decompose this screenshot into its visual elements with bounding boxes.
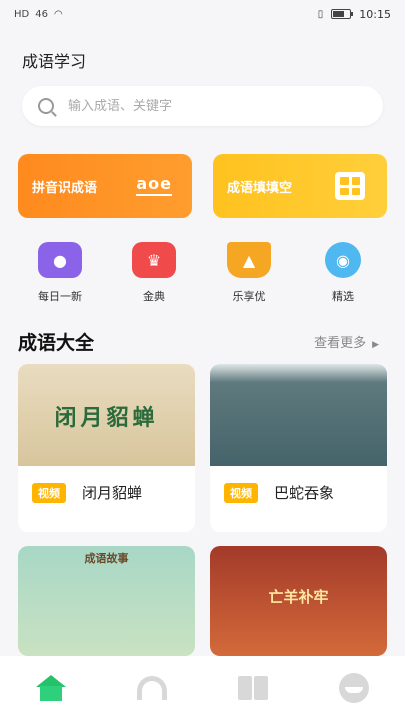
video-card[interactable]: 成语故事 xyxy=(18,546,195,656)
tab-profile[interactable] xyxy=(334,672,374,704)
daily-icon: ● xyxy=(38,242,82,278)
status-bar: HD 46 ◠ ▯ 10:15 xyxy=(0,0,405,28)
video-thumbnail: 闭月貂蝉 xyxy=(18,364,195,466)
search-bar[interactable] xyxy=(22,86,383,126)
hd-icon: HD xyxy=(14,8,30,20)
view-more-link[interactable]: 查看更多 ▶ xyxy=(314,332,379,351)
video-title: 闭月貂蝉 xyxy=(82,484,143,502)
video-title: 巴蛇吞象 xyxy=(274,484,335,502)
fill-idiom-label: 成语填填空 xyxy=(227,180,293,196)
video-card[interactable]: 视频 巴蛇吞象 xyxy=(210,364,387,532)
category-classic[interactable]: ♛ 金典 xyxy=(124,240,184,304)
home-icon xyxy=(35,675,66,701)
view-more-label: 查看更多 xyxy=(314,336,367,351)
signal-icon: 46 xyxy=(35,8,48,20)
chevron-right-icon: ▶ xyxy=(372,340,379,350)
page-title: 成语学习 xyxy=(22,52,87,71)
video-badge: 视频 xyxy=(224,482,258,503)
video-thumbnail: 成语故事 xyxy=(18,546,195,656)
aoe-badge: aoe xyxy=(136,174,172,196)
category-label: 精选 xyxy=(332,290,354,303)
headphone-icon xyxy=(136,676,167,700)
video-thumbnail xyxy=(210,364,387,466)
category-label: 每日一新 xyxy=(38,290,82,303)
tab-listen[interactable] xyxy=(132,672,172,704)
book-icon xyxy=(238,676,269,700)
category-daily[interactable]: ● 每日一新 xyxy=(30,240,90,304)
battery-icon xyxy=(331,9,354,19)
category-featured[interactable]: ◉ 精选 xyxy=(313,240,373,304)
video-badge: 视频 xyxy=(32,482,66,503)
grid-icon xyxy=(335,172,365,200)
pinyin-idiom-card[interactable]: 拼音识成语 aoe xyxy=(18,154,192,218)
search-input[interactable] xyxy=(68,98,348,114)
tab-home[interactable] xyxy=(31,672,71,704)
video-thumbnail: 亡羊补牢 xyxy=(210,546,387,656)
fill-idiom-card[interactable]: 成语填填空 xyxy=(213,154,387,218)
thumbnail-text: 闭月貂蝉 xyxy=(54,406,159,431)
wifi-icon: ◠ xyxy=(53,8,63,20)
category-label: 乐享优 xyxy=(232,290,266,303)
graduation-cap-icon: ▲ xyxy=(227,242,271,278)
tab-read[interactable] xyxy=(233,672,273,704)
category-label: 金典 xyxy=(143,290,165,303)
search-icon xyxy=(38,98,54,114)
thumbnail-text: 亡羊补牢 xyxy=(268,588,329,606)
star-badge-icon: ◉ xyxy=(325,242,361,278)
bottom-tab-bar xyxy=(0,656,405,720)
video-card[interactable]: 亡羊补牢 xyxy=(210,546,387,656)
pinyin-idiom-label: 拼音识成语 xyxy=(32,180,98,196)
vibrate-icon: ▯ xyxy=(317,8,324,20)
category-enjoy[interactable]: ▲ 乐享优 xyxy=(219,240,279,304)
crown-icon: ♛ xyxy=(132,242,176,278)
status-time: 10:15 xyxy=(359,7,391,21)
thumbnail-text: 成语故事 xyxy=(84,552,129,565)
video-card[interactable]: 闭月貂蝉 视频 闭月貂蝉 xyxy=(18,364,195,532)
section-title: 成语大全 xyxy=(18,332,95,354)
face-icon xyxy=(339,673,370,703)
